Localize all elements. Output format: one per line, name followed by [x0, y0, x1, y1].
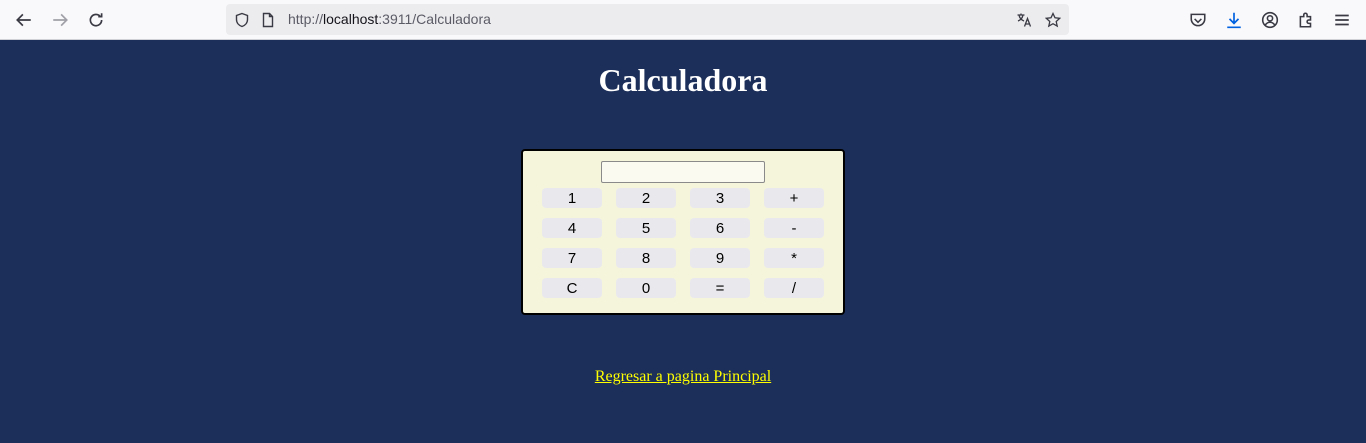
key-7[interactable]: 7: [542, 248, 602, 268]
reload-icon[interactable]: [84, 8, 108, 32]
back-link-container: Regresar a pagina Principal: [0, 366, 1366, 386]
address-bar[interactable]: http://localhost:3911/Calculadora: [226, 4, 1069, 35]
key-divide[interactable]: /: [764, 278, 824, 298]
key-plus[interactable]: +: [764, 188, 824, 208]
forward-arrow-icon[interactable]: [48, 8, 72, 32]
account-icon[interactable]: [1258, 8, 1282, 32]
shield-icon[interactable]: [232, 10, 252, 30]
key-1[interactable]: 1: [542, 188, 602, 208]
calculator-display[interactable]: [601, 161, 765, 183]
url-protocol: http://: [288, 11, 324, 27]
key-equals[interactable]: =: [690, 278, 750, 298]
back-to-home-link[interactable]: Regresar a pagina Principal: [595, 368, 771, 385]
key-3[interactable]: 3: [690, 188, 750, 208]
calculator-keypad: 1 2 3 + 4 5 6 - 7 8 9 * C 0 = /: [542, 188, 824, 298]
translate-icon[interactable]: [1014, 10, 1034, 30]
key-4[interactable]: 4: [542, 218, 602, 238]
back-arrow-icon[interactable]: [12, 8, 36, 32]
key-9[interactable]: 9: [690, 248, 750, 268]
key-2[interactable]: 2: [616, 188, 676, 208]
key-8[interactable]: 8: [616, 248, 676, 268]
calculator: 1 2 3 + 4 5 6 - 7 8 9 * C 0 = /: [521, 149, 845, 315]
extensions-icon[interactable]: [1294, 8, 1318, 32]
page-icon[interactable]: [258, 10, 278, 30]
menu-icon[interactable]: [1330, 8, 1354, 32]
key-0[interactable]: 0: [616, 278, 676, 298]
star-icon[interactable]: [1043, 10, 1063, 30]
url-path: :3911/Calculadora: [378, 11, 491, 27]
key-minus[interactable]: -: [764, 218, 824, 238]
browser-toolbar: http://localhost:3911/Calculadora: [0, 0, 1366, 40]
key-5[interactable]: 5: [616, 218, 676, 238]
pocket-icon[interactable]: [1186, 8, 1210, 32]
download-icon[interactable]: [1222, 8, 1246, 32]
key-multiply[interactable]: *: [764, 248, 824, 268]
url-text[interactable]: http://localhost:3911/Calculadora: [288, 11, 491, 27]
key-clear[interactable]: C: [542, 278, 602, 298]
page-title: Calculadora: [598, 62, 768, 98]
key-6[interactable]: 6: [690, 218, 750, 238]
url-host: localhost: [323, 11, 379, 27]
